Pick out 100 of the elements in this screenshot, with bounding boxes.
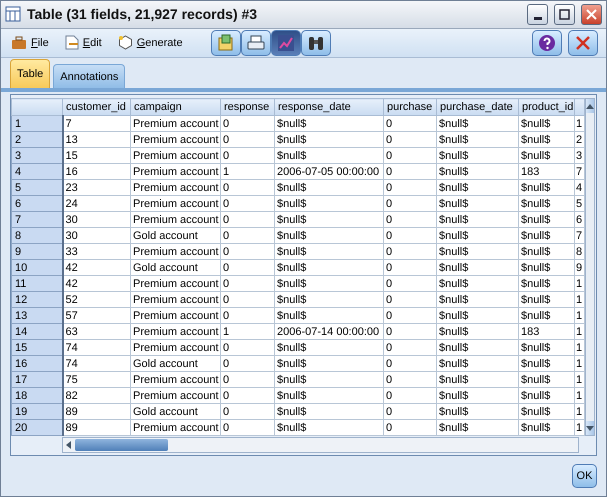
table-cell: $null$ [436,260,518,276]
spreadsheet-icon [216,34,235,52]
up-arrow-icon[interactable] [586,104,594,108]
table-cell: $null$ [436,196,518,212]
table-cell: 7 [62,116,130,132]
table-cell: $null$ [436,148,518,164]
table-cell: 0 [384,324,436,340]
table-icon [5,6,21,22]
table-cell: $null$ [436,276,518,292]
table-cell: Premium account [130,276,220,292]
help-button[interactable] [532,30,562,56]
table-cell: $null$ [436,292,518,308]
table-cell: 0 [220,148,274,164]
column-header[interactable]: customer_id [62,98,130,116]
minimize-button[interactable] [527,4,548,25]
ok-button[interactable]: OK [572,464,597,488]
table-cell: $null$ [274,340,384,356]
menu-item[interactable]: File [9,36,57,50]
maximize-icon [559,8,570,20]
tab[interactable]: Table [10,59,50,88]
table-cell: $null$ [518,292,574,308]
toolbar-button[interactable] [300,30,331,56]
table-cell: Premium account [130,116,220,132]
toolbar-button[interactable] [240,30,271,56]
close-button[interactable] [568,30,598,56]
table-cell: $null$ [436,308,518,324]
table-cell: 1 [220,324,274,340]
table-cell: $null$ [274,180,384,196]
table-cell: $null$ [518,372,574,388]
table-cell: $null$ [518,260,574,276]
table-cell: 0 [384,372,436,388]
table-cell: $null$ [518,340,574,356]
table-cell: 0 [220,356,274,372]
table-cell: 0 [220,292,274,308]
table-cell: Premium account [130,292,220,308]
column-header[interactable]: campaign [130,98,220,116]
column-header[interactable]: purchase [384,98,436,116]
column-header[interactable]: response_date [274,98,384,116]
table-cell: 74 [62,356,130,372]
briefcase-icon [11,36,27,50]
menu-item[interactable]: Edit [62,35,110,50]
table-cell: $null$ [436,228,518,244]
table-cell: $null$ [274,308,384,324]
table-cell: 0 [384,132,436,148]
table-cell: 0 [220,260,274,276]
row-number: 15 [12,340,62,356]
table-cell: 0 [384,244,436,260]
table-cell: 42 [62,260,130,276]
table-cell: $null$ [436,180,518,196]
table-cell: $null$ [518,420,574,436]
table-cell: 0 [220,420,274,436]
menu-item[interactable]: Generate [116,35,191,50]
table-cell: Premium account [130,420,220,436]
table-cell: Premium account [130,372,220,388]
maximize-button[interactable] [554,4,575,25]
toolbar-button[interactable] [270,30,301,56]
table-cell: 0 [220,276,274,292]
table-cell: $null$ [274,148,384,164]
table-cell: Gold account [130,356,220,372]
table-cell: $null$ [518,244,574,260]
tab[interactable]: Annotations [53,64,126,88]
table-cell: $null$ [274,372,384,388]
table-cell: $null$ [518,180,574,196]
hexagon-icon [118,35,133,50]
table-cell: 42 [62,276,130,292]
table-cell: 0 [220,212,274,228]
table-cell: $null$ [518,228,574,244]
table-cell: Premium account [130,164,220,180]
table-cell: $null$ [274,292,384,308]
vertical-scrollbar[interactable] [585,98,595,436]
window-title: Table (31 fields, 21,927 records) #3 [27,6,258,22]
toolbar-button[interactable] [210,30,241,56]
row-number: 3 [12,148,62,164]
table-cell: 0 [384,292,436,308]
table-cell: $null$ [274,420,384,436]
document-icon [64,35,79,50]
row-number: 18 [12,388,62,404]
row-number: 5 [12,180,62,196]
table-cell: 0 [220,132,274,148]
table-cell: 0 [384,356,436,372]
column-header[interactable]: response [220,98,274,116]
row-number: 12 [12,292,62,308]
down-arrow-icon[interactable] [586,426,594,430]
column-header[interactable]: purchase_date [436,98,518,116]
table-cell: 0 [384,212,436,228]
horizontal-scrollbar[interactable] [62,437,579,453]
row-number: 16 [12,356,62,372]
table-cell: 0 [384,260,436,276]
table-cell: 0 [384,228,436,244]
row-number: 9 [12,244,62,260]
row-number: 13 [12,308,62,324]
table-cell: $null$ [518,196,574,212]
table-cell: $null$ [274,404,384,420]
table-cell: Premium account [130,180,220,196]
table-cell: 30 [62,228,130,244]
column-header[interactable]: product_id [518,98,574,116]
table-cell: 0 [384,196,436,212]
close-button[interactable] [581,4,602,25]
table-cell: 82 [62,388,130,404]
table-cell: 183 [518,164,574,180]
